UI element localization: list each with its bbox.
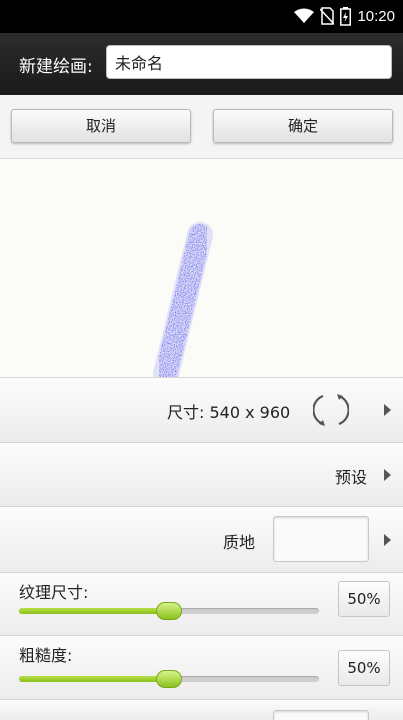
action-button-row: 取消 确定 bbox=[0, 95, 403, 159]
battery-icon bbox=[340, 6, 352, 26]
ok-button[interactable]: 确定 bbox=[213, 109, 393, 143]
brush-preview-canvas bbox=[0, 159, 403, 387]
painting-name-input[interactable] bbox=[106, 45, 392, 79]
clock: 10:20 bbox=[357, 7, 395, 25]
wifi-icon bbox=[294, 8, 315, 23]
roughness-slider[interactable] bbox=[19, 670, 319, 688]
chevron-right-icon bbox=[384, 534, 391, 546]
texture-label: 质地 bbox=[223, 533, 256, 552]
cancel-button[interactable]: 取消 bbox=[11, 109, 191, 143]
no-sim-icon bbox=[320, 7, 335, 25]
texture-size-knob[interactable] bbox=[156, 602, 182, 620]
texture-size-row: 纹理尺寸: 50% bbox=[0, 572, 403, 635]
roughness-value[interactable]: 50% bbox=[338, 650, 390, 686]
brush-stroke-preview bbox=[153, 222, 213, 387]
new-painting-label: 新建绘画: bbox=[19, 57, 93, 77]
preset-label: 预设 bbox=[335, 468, 368, 487]
roughness-row: 粗糙度: 50% bbox=[0, 635, 403, 699]
texture-swatch[interactable] bbox=[273, 516, 369, 562]
rotate-orientation-icon[interactable] bbox=[313, 390, 349, 430]
roughness-knob[interactable] bbox=[156, 670, 182, 688]
status-bar: 10:20 bbox=[0, 0, 403, 33]
canvas-size-row[interactable]: 尺寸: 540 x 960 bbox=[0, 377, 403, 442]
new-painting-header: 新建绘画: bbox=[0, 33, 403, 95]
texture-size-label: 纹理尺寸: bbox=[19, 583, 89, 602]
next-setting-row[interactable] bbox=[0, 699, 403, 720]
canvas-size-label: 尺寸: 540 x 960 bbox=[167, 403, 291, 422]
texture-size-fill bbox=[19, 608, 169, 614]
roughness-label: 粗糙度: bbox=[19, 646, 73, 665]
texture-size-slider[interactable] bbox=[19, 602, 319, 620]
texture-size-value[interactable]: 50% bbox=[338, 581, 390, 617]
preset-row[interactable]: 预设 bbox=[0, 442, 403, 506]
texture-row[interactable]: 质地 bbox=[0, 506, 403, 572]
next-setting-swatch[interactable] bbox=[273, 710, 369, 720]
roughness-fill bbox=[19, 676, 169, 682]
chevron-right-icon bbox=[384, 404, 391, 416]
chevron-right-icon bbox=[384, 469, 391, 481]
